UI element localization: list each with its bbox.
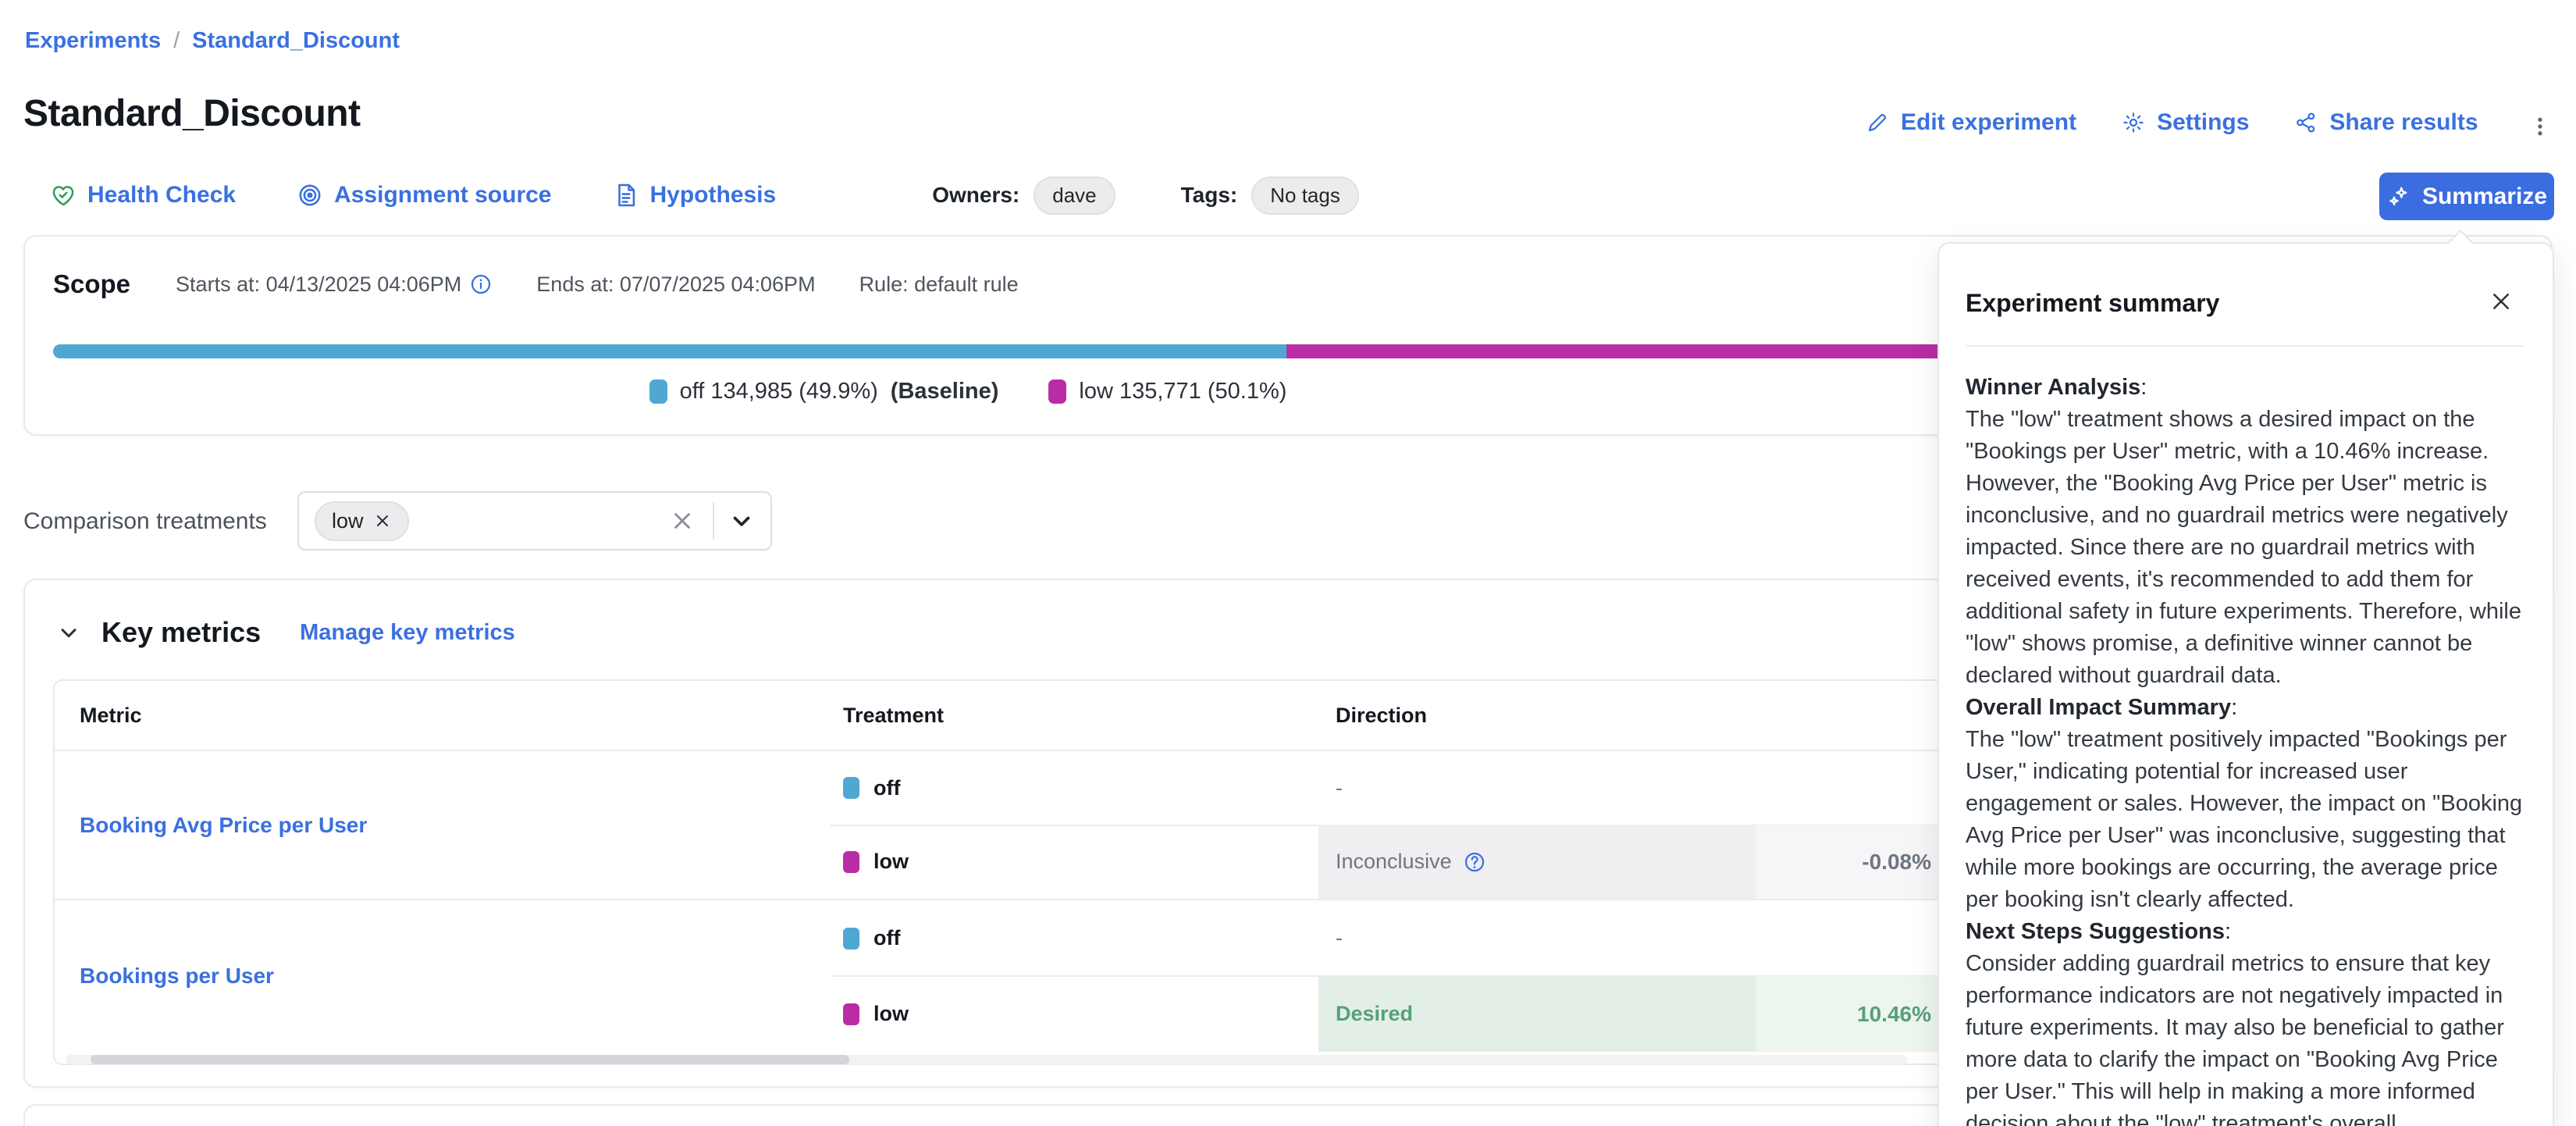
share-icon <box>2294 111 2318 134</box>
baseline-label: (Baseline) <box>891 379 999 404</box>
assignment-source-link[interactable]: Assignment source <box>297 182 551 208</box>
comparison-treatments-label: Comparison treatments <box>23 508 267 535</box>
more-options-kebab-icon[interactable] <box>2523 109 2557 144</box>
experiment-summary-panel: Experiment summary Winner Analysis The "… <box>1937 242 2554 1126</box>
direction-value: - <box>1336 900 1343 976</box>
off-color-swatch <box>843 777 859 799</box>
winner-analysis-body: The "low" treatment shows a desired impa… <box>1966 404 2524 692</box>
column-header-metric: Metric <box>80 681 142 750</box>
breadcrumb-current-link[interactable]: Standard_Discount <box>192 28 400 54</box>
chevron-down-icon[interactable] <box>728 508 755 534</box>
delta-value: 10.46% <box>1756 976 1931 1052</box>
allocation-legend: off 134,985 (49.9%) (Baseline) low 135,7… <box>25 379 1911 404</box>
direction-value-desired: Desired <box>1336 976 1413 1052</box>
panel-divider <box>1966 345 2524 347</box>
share-results-button[interactable]: Share results <box>2294 109 2478 136</box>
settings-button[interactable]: Settings <box>2122 109 2249 136</box>
comparison-treatments-select[interactable]: low <box>297 491 772 551</box>
scope-rule: Rule: default rule <box>859 273 1019 297</box>
selected-treatment-chip[interactable]: low <box>315 501 409 541</box>
column-header-direction: Direction <box>1336 681 1427 750</box>
low-color-swatch <box>1048 379 1066 404</box>
overall-impact-body: The "low" treatment positively impacted … <box>1966 724 2524 916</box>
legend-item-off: off 134,985 (49.9%) (Baseline) <box>649 379 999 404</box>
horizontal-scrollbar-thumb[interactable] <box>91 1055 849 1064</box>
breadcrumb-separator: / <box>173 28 180 54</box>
chip-remove-icon[interactable] <box>373 511 392 530</box>
clear-selection-icon[interactable] <box>669 508 696 534</box>
scope-title: Scope <box>53 269 130 299</box>
document-icon <box>613 182 639 208</box>
edit-experiment-button[interactable]: Edit experiment <box>1866 109 2076 136</box>
question-circle-icon[interactable] <box>1463 850 1486 874</box>
breadcrumb-experiments-link[interactable]: Experiments <box>25 28 161 54</box>
delta-value: -0.08% <box>1756 825 1931 900</box>
low-color-swatch <box>843 1003 859 1025</box>
off-color-swatch <box>649 379 667 404</box>
scope-ends-at: Ends at: 07/07/2025 04:06PM <box>536 273 815 297</box>
allocation-bar-off-segment <box>53 344 1286 358</box>
direction-value-inconclusive: Inconclusive <box>1336 825 1486 900</box>
sparkles-icon <box>2386 184 2411 209</box>
breadcrumb: Experiments / Standard_Discount <box>25 28 400 54</box>
next-steps-heading: Next Steps Suggestions <box>1966 916 2524 948</box>
summarize-button[interactable]: Summarize <box>2379 173 2554 220</box>
direction-value: - <box>1336 751 1343 825</box>
info-icon[interactable] <box>469 273 493 296</box>
manage-key-metrics-link[interactable]: Manage key metrics <box>300 620 515 646</box>
low-color-swatch <box>843 851 859 873</box>
experiment-results-page: Experiments / Standard_Discount Standard… <box>0 0 2576 1126</box>
summary-text: Winner Analysis The "low" treatment show… <box>1966 372 2524 1126</box>
target-icon <box>297 182 323 208</box>
winner-analysis-heading: Winner Analysis <box>1966 372 2524 404</box>
meta-row: Health Check Assignment source Hypothesi… <box>50 175 1359 216</box>
experiment-summary-title: Experiment summary <box>1966 289 2219 318</box>
tags-chip[interactable]: No tags <box>1251 176 1359 215</box>
close-icon[interactable] <box>2484 284 2518 319</box>
key-metrics-title: Key metrics <box>101 616 261 649</box>
header-actions: Edit experiment Settings Share results <box>1866 109 2478 136</box>
hypothesis-link[interactable]: Hypothesis <box>613 182 777 208</box>
off-color-swatch <box>843 928 859 950</box>
page-title: Standard_Discount <box>23 92 361 135</box>
legend-item-low: low 135,771 (50.1%) <box>1048 379 1286 404</box>
next-steps-body: Consider adding guardrail metrics to ens… <box>1966 948 2524 1126</box>
select-divider <box>713 502 714 540</box>
scope-starts-at: Starts at: 04/13/2025 04:06PM <box>176 273 493 297</box>
health-check-link[interactable]: Health Check <box>50 182 236 208</box>
column-header-treatment: Treatment <box>843 681 944 750</box>
owner-chip[interactable]: dave <box>1034 176 1115 215</box>
heart-check-icon <box>50 182 76 208</box>
gear-icon <box>2122 111 2145 134</box>
tags-label: Tags: <box>1181 183 1238 208</box>
owners-label: Owners: <box>932 183 1019 208</box>
pencil-icon <box>1866 111 1889 134</box>
panel-caret <box>2447 230 2474 256</box>
horizontal-scrollbar <box>66 1055 1908 1064</box>
collapse-chevron-icon[interactable] <box>56 620 81 645</box>
overall-impact-heading: Overall Impact Summary <box>1966 692 2524 724</box>
